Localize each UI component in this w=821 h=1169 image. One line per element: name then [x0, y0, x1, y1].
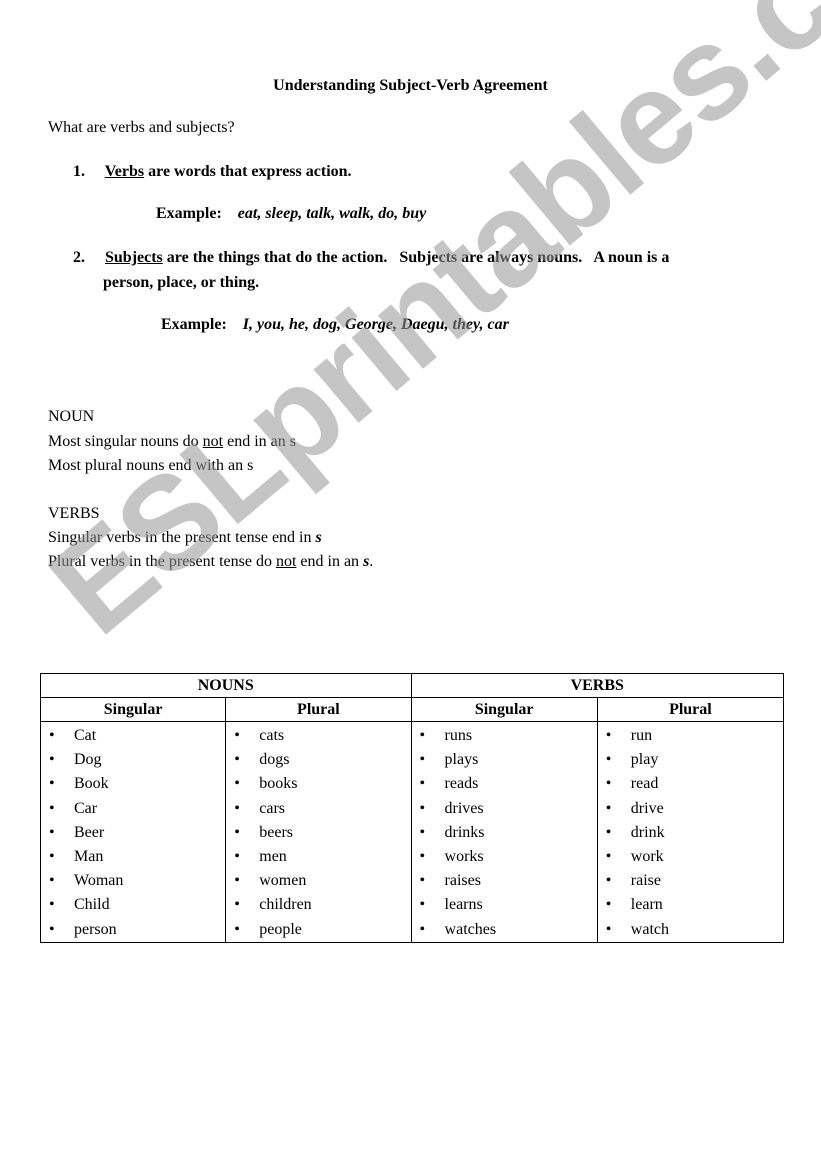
rule-text: Singular verbs in the present tense end … — [48, 529, 316, 546]
list-item: works — [412, 845, 597, 869]
example-label: Example: — [161, 316, 227, 333]
noun-singular-cell: CatDogBookCarBeerManWomanChildperson — [39, 721, 227, 943]
verb-rule-1: Singular verbs in the present tense end … — [48, 529, 322, 547]
list-item: beers — [226, 821, 410, 845]
list-item: men — [226, 845, 410, 869]
subheader-row: Singular Plural Singular Plural — [39, 697, 785, 722]
rule-emphasis: s — [315, 529, 322, 546]
rule-text: Most singular nouns do — [48, 433, 203, 450]
definition-2: 2. Subjects are the things that do the a… — [73, 249, 669, 267]
definition-number: 1. — [73, 163, 85, 180]
list-item: women — [226, 869, 410, 893]
rule-text: . — [369, 553, 374, 570]
list-item: raise — [598, 869, 783, 893]
list-item: watches — [412, 918, 597, 942]
list-item: raises — [412, 869, 597, 893]
verbs-heading: VERBS — [48, 505, 100, 522]
group-header-nouns: NOUNS — [40, 673, 412, 698]
noun-rule-1: Most singular nouns do not end in an s — [48, 433, 296, 451]
verb-rule-2: Plural verbs in the present tense do not… — [48, 553, 373, 571]
verb-plural-cell: runplayreaddrivedrinkworkraiselearnwatch — [596, 721, 785, 943]
table-body-row: CatDogBookCarBeerManWomanChildperson cat… — [39, 721, 785, 943]
list-item: children — [226, 893, 410, 917]
example-1: Example: eat, sleep, talk, walk, do, buy — [156, 205, 426, 223]
list-item: drive — [598, 797, 783, 821]
list-item: person — [41, 918, 225, 942]
word-list: catsdogsbookscarsbeersmenwomenchildrenpe… — [226, 722, 410, 942]
verb-singular-cell: runsplaysreadsdrivesdrinksworksraiseslea… — [410, 721, 598, 943]
list-item: drinks — [412, 821, 597, 845]
word-list: CatDogBookCarBeerManWomanChildperson — [41, 722, 225, 942]
example-words: I, you, he, dog, George, Daegu, they, ca… — [242, 316, 509, 333]
subheader-verb-plural: Plural — [596, 697, 785, 722]
noun-verb-table: NOUNS VERBS Singular Plural Singular Plu… — [39, 673, 785, 943]
list-item: watch — [598, 918, 783, 942]
rule-text: Plural verbs in the present tense do — [48, 553, 276, 570]
subheader-noun-singular: Singular — [39, 697, 227, 722]
example-2: Example: I, you, he, dog, George, Daegu,… — [161, 316, 509, 334]
list-item: Cat — [41, 724, 225, 748]
list-item: drives — [412, 797, 597, 821]
list-item: cars — [226, 797, 410, 821]
page-title: Understanding Subject-Verb Agreement — [273, 77, 548, 94]
noun-plural-cell: catsdogsbookscarsbeersmenwomenchildrenpe… — [225, 721, 412, 943]
example-words: eat, sleep, talk, walk, do, buy — [237, 205, 427, 222]
definition-term: Subjects — [105, 249, 163, 266]
list-item: runs — [412, 724, 597, 748]
list-item: reads — [412, 772, 597, 796]
list-item: Book — [41, 772, 225, 796]
rule-emphasis: not — [275, 553, 297, 570]
definition-term: Verbs — [104, 163, 145, 180]
list-item: Woman — [41, 869, 225, 893]
definition-2-continued: person, place, or thing. — [103, 274, 260, 291]
list-item: learns — [412, 893, 597, 917]
noun-rule-2: Most plural nouns end with an s — [48, 457, 254, 474]
list-item: run — [598, 724, 783, 748]
list-item: Dog — [41, 748, 225, 772]
list-item: Child — [41, 893, 225, 917]
group-header-verbs: VERBS — [410, 673, 785, 698]
group-header-row: NOUNS VERBS — [40, 673, 785, 698]
list-item: Man — [41, 845, 225, 869]
intro-question: What are verbs and subjects? — [48, 119, 235, 136]
definition-1: 1. Verbs are words that express action. — [73, 163, 352, 181]
rule-emphasis: not — [202, 433, 224, 450]
example-label: Example: — [156, 205, 222, 222]
list-item: people — [226, 918, 410, 942]
rule-text: end in an s — [223, 433, 296, 450]
subheader-noun-plural: Plural — [225, 697, 412, 722]
list-item: cats — [226, 724, 410, 748]
word-list: runplayreaddrivedrinkworkraiselearnwatch — [598, 722, 783, 942]
list-item: dogs — [226, 748, 410, 772]
definition-number: 2. — [73, 249, 85, 266]
list-item: read — [598, 772, 783, 796]
definition-text: are words that express action. — [144, 163, 352, 180]
rule-text: end in an — [296, 553, 364, 570]
list-item: books — [226, 772, 410, 796]
list-item: drink — [598, 821, 783, 845]
list-item: Car — [41, 797, 225, 821]
subheader-verb-singular: Singular — [410, 697, 598, 722]
list-item: play — [598, 748, 783, 772]
noun-heading: NOUN — [48, 408, 95, 425]
list-item: work — [598, 845, 783, 869]
list-item: Beer — [41, 821, 225, 845]
word-list: runsplaysreadsdrivesdrinksworksraiseslea… — [412, 722, 597, 942]
definition-text: are the things that do the action. Subje… — [162, 249, 670, 266]
list-item: plays — [412, 748, 597, 772]
list-item: learn — [598, 893, 783, 917]
